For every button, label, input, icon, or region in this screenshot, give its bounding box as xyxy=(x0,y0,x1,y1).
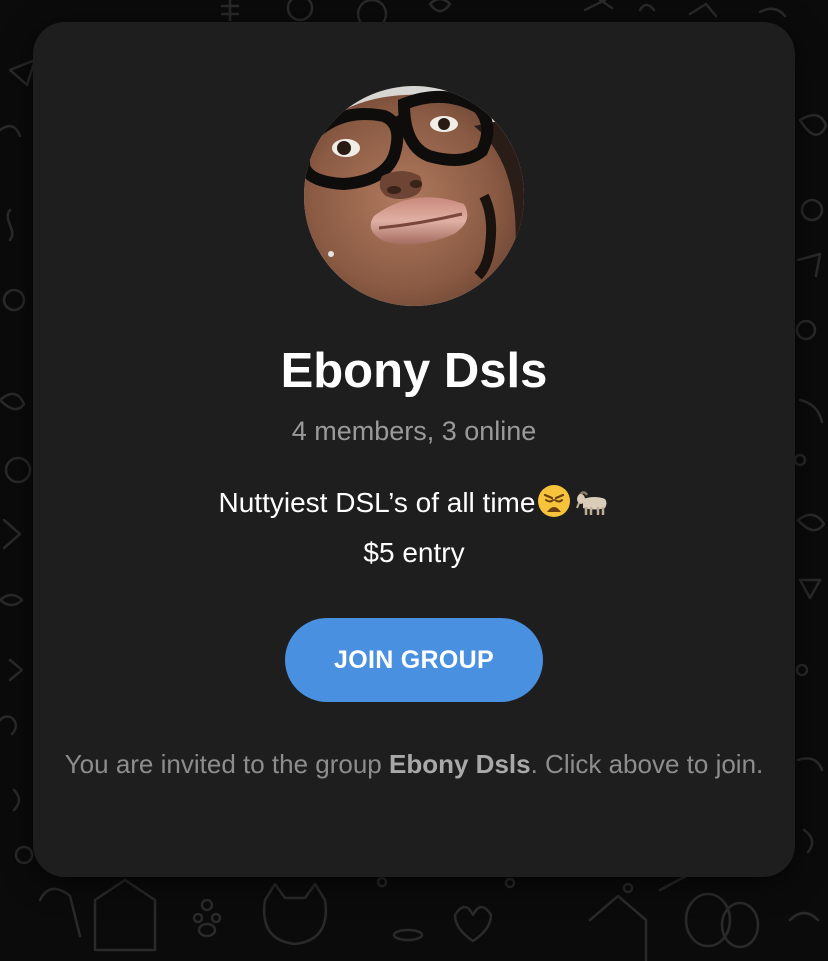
group-invite-card: Ebony Dsls 4 members, 3 online Nuttyiest… xyxy=(33,22,795,877)
description-line-2: $5 entry xyxy=(363,537,465,568)
invite-group-name: Ebony Dsls xyxy=(389,749,531,779)
invite-prefix: You are invited to the group xyxy=(64,749,389,779)
invite-message: You are invited to the group Ebony Dsls.… xyxy=(63,748,765,781)
goat-emoji xyxy=(576,491,607,515)
group-title: Ebony Dsls xyxy=(280,344,548,398)
group-description: Nuttyiest DSL’s of all time $5 entry xyxy=(33,478,795,578)
invite-suffix: . Click above to join. xyxy=(530,749,764,779)
description-text: Nuttyiest DSL’s of all time xyxy=(218,487,536,518)
group-avatar[interactable] xyxy=(304,86,524,306)
description-line-1: Nuttyiest DSL’s of all time xyxy=(33,478,795,528)
weary-face-emoji xyxy=(538,485,571,517)
join-group-button[interactable]: JOIN GROUP xyxy=(285,618,543,702)
member-count: 4 members, 3 online xyxy=(291,416,537,446)
